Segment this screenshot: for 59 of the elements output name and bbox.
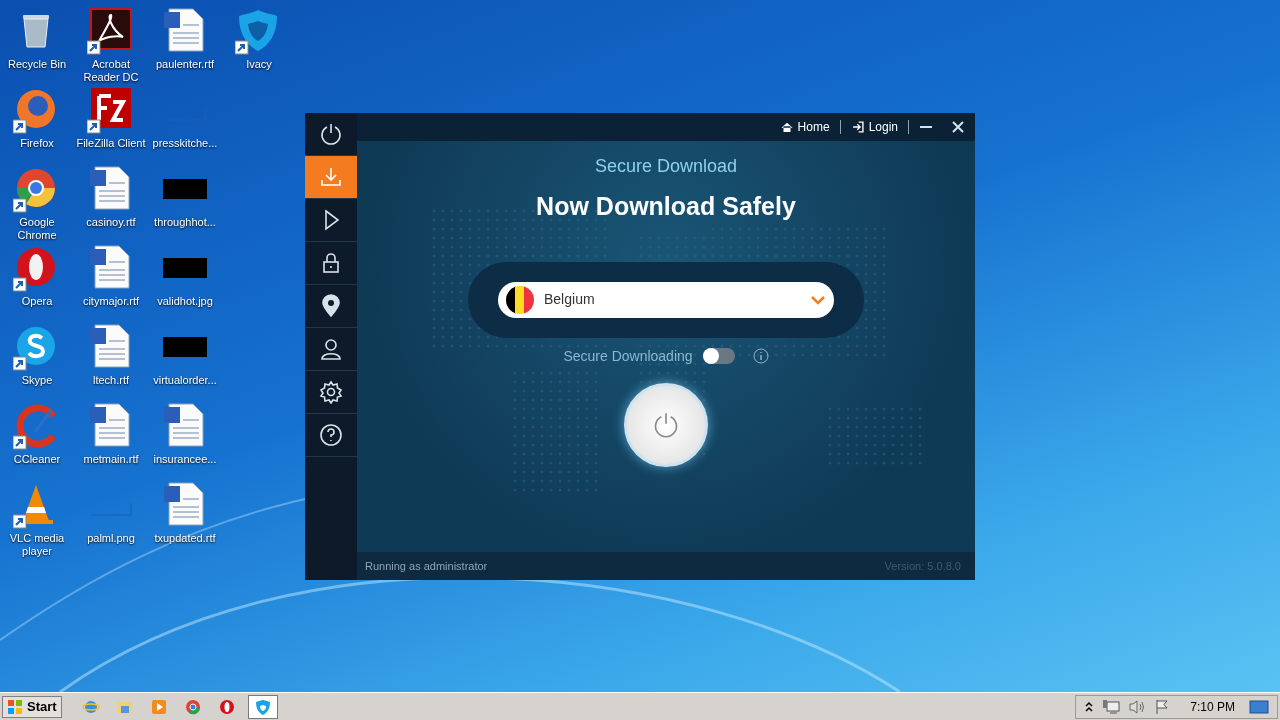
browser-icon — [217, 697, 236, 716]
app-icon[interactable] — [87, 7, 135, 55]
chevron-up-icon[interactable] — [1084, 700, 1095, 713]
status-text: Running as administrator — [365, 558, 488, 574]
icon-label[interactable]: paulenter.rtf — [148, 58, 222, 71]
user-icon — [319, 337, 343, 361]
subtitle: Secure Download — [594, 155, 738, 178]
settings-icon — [319, 380, 343, 404]
flag-icon[interactable] — [1154, 698, 1171, 715]
icon-label[interactable]: throughhot... — [148, 216, 222, 229]
icon-label[interactable]: txupdated.rtf — [148, 532, 222, 545]
close-icon[interactable] — [951, 120, 965, 134]
play-icon — [149, 697, 168, 716]
icon-label[interactable]: CCleaner — [0, 453, 74, 466]
shield-icon — [253, 697, 272, 716]
icon-label[interactable]: Opera — [0, 295, 74, 308]
show-desktop-icon[interactable] — [1249, 698, 1269, 715]
icon-label[interactable]: FileZilla Client — [74, 137, 148, 150]
icon-label[interactable]: Acrobat Reader DC — [74, 58, 148, 84]
icon-label[interactable]: validhot.jpg — [148, 295, 222, 308]
toggle-label: Secure Downloading — [563, 346, 693, 366]
clock: 7:10 PM — [1190, 698, 1235, 716]
title: Now Download Safely — [536, 191, 796, 222]
icon-label[interactable]: citymajor.rtf — [74, 295, 148, 308]
start-button[interactable]: Start — [2, 695, 62, 718]
login-icon — [850, 120, 865, 134]
country-dropdown[interactable]: Belgium — [498, 281, 834, 318]
speaker-icon[interactable] — [1128, 698, 1147, 715]
icon-label[interactable]: metmain.rtf — [74, 453, 148, 466]
nav-link[interactable]: Login — [850, 118, 898, 136]
network-icon[interactable] — [1102, 698, 1121, 715]
icon-label[interactable]: Ivacy — [222, 58, 296, 71]
icon-label[interactable]: Google Chrome — [0, 216, 74, 242]
power-icon — [652, 410, 680, 439]
icon-label[interactable]: Recycle Bin — [0, 58, 74, 71]
connect-button[interactable] — [624, 382, 708, 467]
power-icon — [319, 122, 343, 146]
info-icon[interactable] — [752, 348, 769, 364]
download-icon — [319, 165, 343, 189]
icon-label[interactable]: ltech.rtf — [74, 374, 148, 387]
sidebar-tab[interactable] — [305, 156, 357, 199]
nav-link[interactable]: Home — [779, 118, 830, 136]
icon-label[interactable]: virtualorder... — [148, 374, 222, 387]
icon-label[interactable]: casinoy.rtf — [74, 216, 148, 229]
browser-icon — [183, 697, 202, 716]
secure-downloading-toggle[interactable] — [702, 348, 735, 364]
icon-label[interactable]: insurancee... — [148, 453, 222, 466]
icon-label[interactable]: presskitche... — [148, 137, 222, 150]
help-icon — [319, 423, 343, 447]
icon-label[interactable]: Skype — [0, 374, 74, 387]
icon-label[interactable]: palml.png — [74, 532, 148, 545]
home-icon — [779, 120, 794, 134]
taskbar-button[interactable] — [247, 694, 278, 719]
ip-icon — [319, 294, 343, 318]
windows-logo-icon — [7, 698, 23, 715]
icon-label[interactable]: VLC media player — [0, 532, 74, 558]
icon-label[interactable]: Firefox — [0, 137, 74, 150]
chevron-down-icon — [810, 293, 826, 306]
flag-icon — [506, 285, 534, 314]
